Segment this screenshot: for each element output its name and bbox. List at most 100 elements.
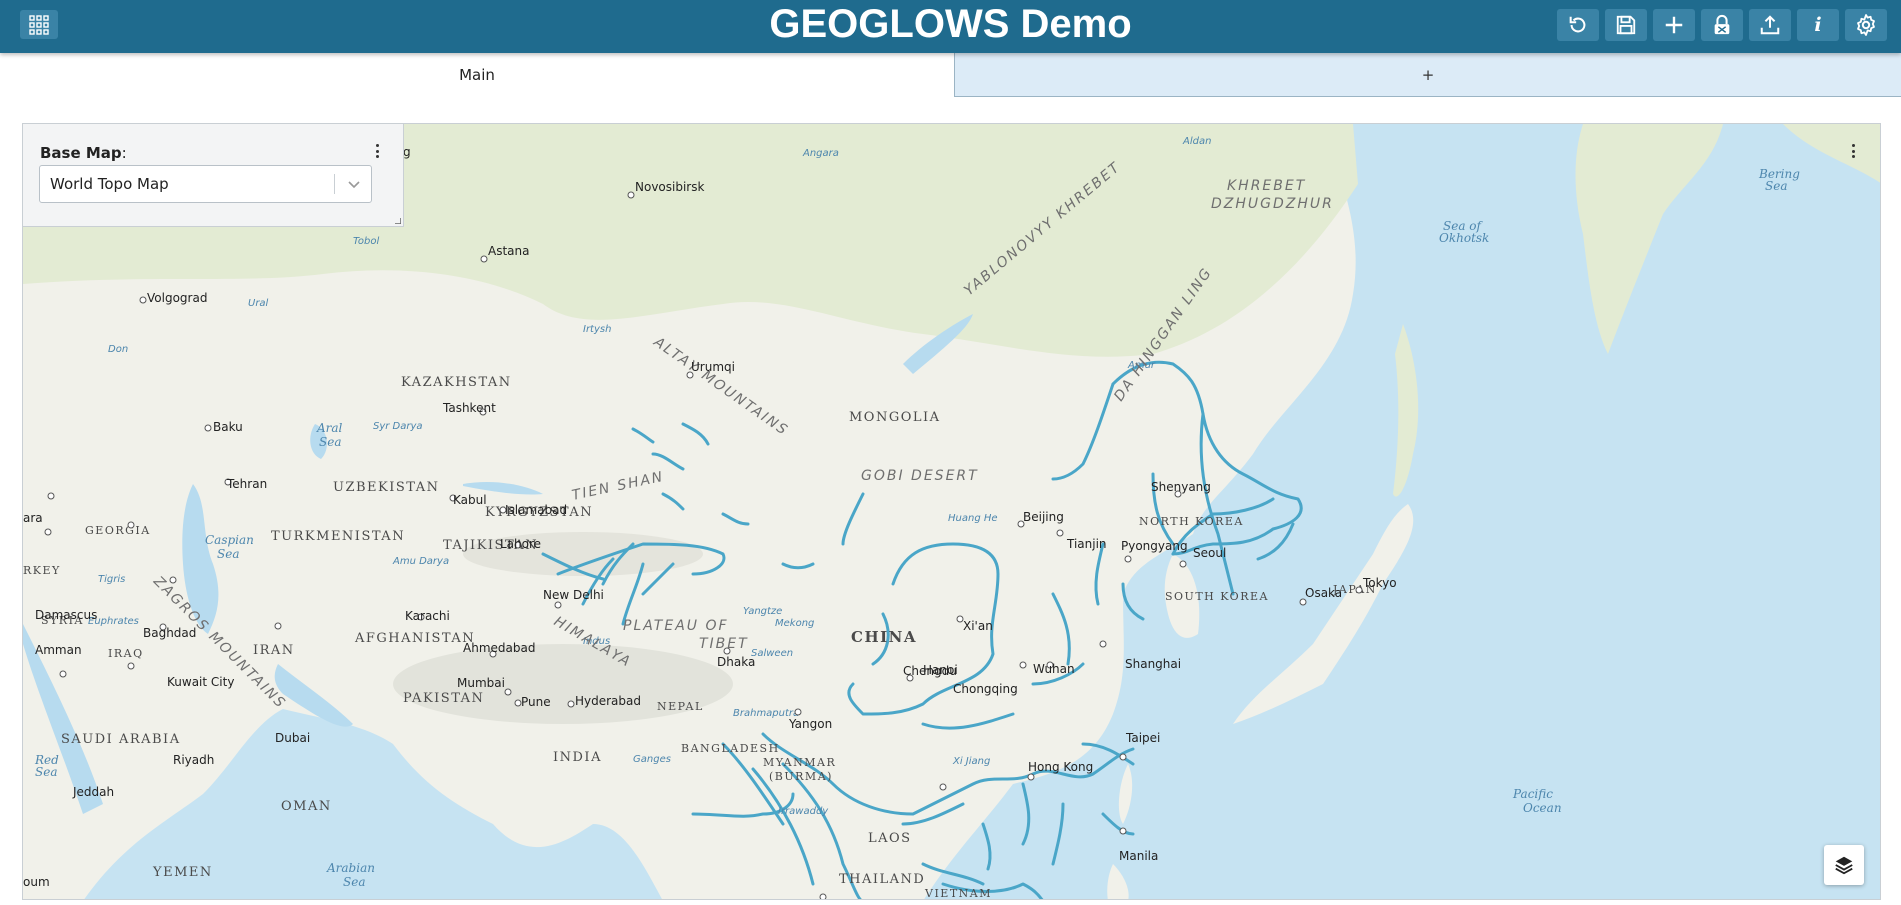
river-label-don: Don (108, 344, 128, 355)
label-aral-sea: Sea (319, 435, 341, 449)
tab-main[interactable]: Main (0, 53, 955, 97)
label-pakistan: PAKISTAN (403, 691, 484, 706)
label-dzhugdzhur: DZHUGDZHUR (1211, 196, 1334, 212)
label-islamabad: Islamabad (505, 503, 567, 517)
label-myanmar: MYANMAR (763, 756, 836, 769)
label-astana: Astana (488, 244, 529, 258)
settings-button[interactable] (1845, 9, 1887, 41)
chevron-down-icon[interactable] (347, 177, 361, 191)
plus-icon (1665, 16, 1683, 34)
basemap-select[interactable]: World Topo Map (39, 165, 372, 203)
save-button[interactable] (1605, 9, 1647, 41)
label-laos: LAOS (868, 831, 912, 846)
layers-icon (1835, 856, 1853, 875)
label-pyongyang: Pyongyang (1121, 539, 1188, 553)
layers-button[interactable] (1824, 845, 1864, 885)
lock-button[interactable] (1701, 9, 1743, 41)
label-chongqing: Chongqing (953, 682, 1018, 696)
app-header: GEOGLOWS Demo i (0, 0, 1901, 53)
label-bering-sea: Sea (1765, 179, 1787, 193)
label-caspian: Caspian (205, 533, 254, 547)
label-tokyo: Tokyo (1362, 576, 1397, 590)
label-dubai: Dubai (275, 731, 310, 745)
label-manila: Manila (1119, 849, 1158, 863)
export-button[interactable] (1749, 9, 1791, 41)
basemap-select-value: World Topo Map (50, 175, 169, 193)
label-aral: Aral (316, 421, 343, 435)
river-label-salween: Salween (751, 648, 793, 659)
label-hong-kong: Hong Kong (1028, 760, 1093, 774)
gear-icon (1857, 14, 1875, 36)
river-label-irrawaddy: Irrawaddy (778, 806, 829, 817)
label-gobi-desert: GOBI DESERT (861, 468, 979, 484)
label-arabian-sea: Sea (343, 875, 365, 889)
label-vietnam: VIETNAM (924, 887, 992, 900)
label-dhaka: Dhaka (717, 655, 755, 669)
river-label-yangtze: Yangtze (743, 606, 782, 617)
label-turkey-partial: RKEY (23, 564, 61, 577)
refresh-icon (1569, 16, 1586, 33)
label-north-korea: NORTH KOREA (1139, 515, 1244, 528)
label-pune: Pune (521, 695, 551, 709)
label-kazakhstan: KAZAKHSTAN (401, 375, 512, 390)
label-damascus: Damascus (35, 608, 97, 622)
river-label-irtysh: Irtysh (583, 324, 611, 335)
label-volgograd: Volgograd (147, 291, 207, 305)
label-xian: Xi'an (963, 619, 993, 633)
river-label-amu-darya: Amu Darya (392, 556, 449, 567)
label-india: INDIA (553, 750, 602, 765)
map-more-icon[interactable] (1848, 141, 1858, 161)
label-okhotsk: Okhotsk (1439, 231, 1489, 245)
label-south-korea: SOUTH KOREA (1165, 590, 1269, 603)
label-red-sea: Sea (35, 765, 57, 779)
select-divider (334, 174, 335, 194)
info-button[interactable]: i (1797, 9, 1839, 41)
label-beijing: Beijing (1023, 510, 1064, 524)
basemap-more-icon[interactable] (372, 141, 382, 161)
label-taipei: Taipei (1125, 731, 1160, 745)
label-mumbai: Mumbai (457, 676, 505, 690)
info-icon: i (1814, 14, 1822, 36)
river-label-ganges: Ganges (633, 754, 671, 765)
label-saudi-arabia: SAUDI ARABIA (61, 732, 181, 747)
label-mongolia: MONGOLIA (849, 410, 941, 425)
label-uzbekistan: UZBEKISTAN (333, 480, 440, 495)
river-label-mekong: Mekong (775, 618, 814, 629)
label-georgia: GEORGIA (85, 524, 151, 537)
label-seoul: Seoul (1193, 546, 1226, 560)
label-arabian: Arabian (326, 861, 375, 875)
grid-icon (29, 14, 49, 35)
land-taiwan (1118, 764, 1133, 824)
label-afghanistan: AFGHANISTAN (354, 631, 475, 646)
add-button[interactable] (1653, 9, 1695, 41)
land-kamchatka (1575, 124, 1723, 354)
label-pacific: Pacific (1512, 787, 1553, 801)
add-tab-button[interactable]: + (955, 53, 1901, 97)
label-chengdu: Chengdu (903, 664, 957, 678)
label-oman: OMAN (281, 799, 332, 814)
label-tashkent: Tashkent (442, 401, 496, 415)
label-riyadh: Riyadh (173, 753, 214, 767)
label-shanghai: Shanghai (1125, 657, 1181, 671)
river-label-syr-darya: Syr Darya (373, 421, 423, 432)
label-kabul: Kabul (453, 493, 487, 507)
label-bangladesh: BANGLADESH (681, 742, 780, 755)
basemap-panel: Base Map: World Topo Map (23, 124, 404, 227)
apps-menu-button[interactable] (20, 10, 58, 39)
map-panel[interactable]: Angara Aldan Amur Ural Don Tobol Irtysh … (22, 123, 1881, 900)
resize-handle-icon[interactable] (395, 218, 401, 224)
map-canvas[interactable]: Angara Aldan Amur Ural Don Tobol Irtysh … (23, 124, 1881, 900)
label-amman: Amman (35, 643, 82, 657)
lock-icon (1714, 14, 1730, 35)
label-kuwait-city: Kuwait City (167, 675, 234, 689)
label-iraq: IRAQ (108, 647, 144, 660)
label-oum-partial: oum (23, 875, 50, 889)
label-yemen: YEMEN (152, 865, 213, 880)
label-ocean: Ocean (1523, 801, 1562, 815)
label-turkmenistan: TURKMENISTAN (271, 529, 405, 544)
river-label-huang-he: Huang He (948, 513, 998, 524)
land-sakhalin (1393, 324, 1419, 497)
reset-button[interactable] (1557, 9, 1599, 41)
label-wuhan: Wuhan (1033, 662, 1075, 676)
river-label-tigris: Tigris (98, 574, 125, 585)
